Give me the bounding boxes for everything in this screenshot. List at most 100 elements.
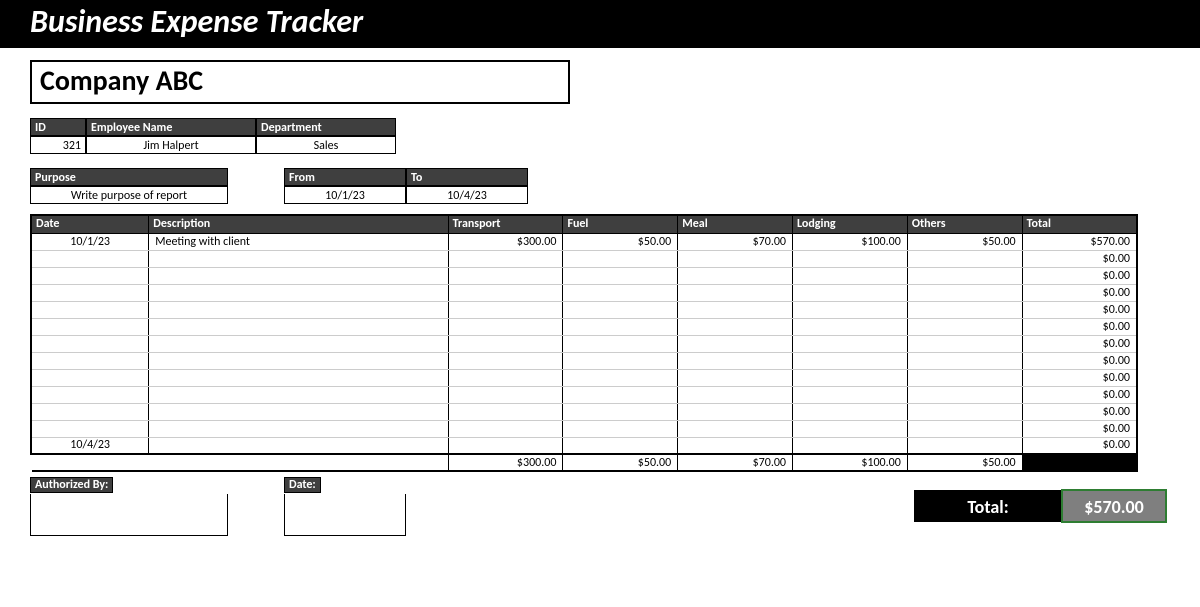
purpose-field[interactable]: Write purpose of report [30,186,228,204]
cell-others[interactable] [907,335,1022,352]
cell-total[interactable]: $0.00 [1022,369,1137,386]
cell-lodging[interactable] [793,386,908,403]
authorized-by-field[interactable] [30,494,228,536]
cell-fuel[interactable] [563,335,678,352]
cell-others[interactable] [907,437,1022,454]
cell-lodging[interactable] [793,437,908,454]
cell-others[interactable] [907,318,1022,335]
cell-desc[interactable] [149,284,448,301]
cell-date[interactable] [31,369,149,386]
cell-fuel[interactable] [563,284,678,301]
cell-fuel[interactable] [563,301,678,318]
cell-meal[interactable] [678,420,793,437]
cell-total[interactable]: $0.00 [1022,267,1137,284]
cell-others[interactable] [907,369,1022,386]
cell-lodging[interactable] [793,335,908,352]
cell-lodging[interactable] [793,250,908,267]
cell-lodging[interactable] [793,301,908,318]
cell-date[interactable] [31,250,149,267]
cell-meal[interactable]: $70.00 [678,233,793,250]
cell-transport[interactable] [448,250,563,267]
grand-total-value[interactable]: $570.00 [1062,490,1166,522]
cell-meal[interactable] [678,369,793,386]
cell-transport[interactable] [448,335,563,352]
cell-desc[interactable] [149,335,448,352]
cell-lodging[interactable] [793,352,908,369]
cell-meal[interactable] [678,403,793,420]
cell-meal[interactable] [678,284,793,301]
cell-lodging[interactable] [793,318,908,335]
cell-total[interactable]: $570.00 [1022,233,1137,250]
cell-desc[interactable] [149,250,448,267]
cell-date[interactable] [31,335,149,352]
employee-dept[interactable]: Sales [256,136,396,154]
cell-transport[interactable] [448,352,563,369]
cell-fuel[interactable] [563,318,678,335]
cell-meal[interactable] [678,267,793,284]
cell-others[interactable] [907,386,1022,403]
cell-total[interactable]: $0.00 [1022,318,1137,335]
cell-lodging[interactable] [793,369,908,386]
cell-fuel[interactable] [563,403,678,420]
cell-fuel[interactable] [563,250,678,267]
cell-desc[interactable] [149,318,448,335]
cell-total[interactable]: $0.00 [1022,386,1137,403]
cell-lodging[interactable] [793,420,908,437]
employee-name[interactable]: Jim Halpert [86,136,256,154]
auth-date-field[interactable] [284,494,406,536]
cell-date[interactable] [31,318,149,335]
cell-total[interactable]: $0.00 [1022,403,1137,420]
cell-total[interactable]: $0.00 [1022,437,1137,454]
cell-fuel[interactable] [563,267,678,284]
cell-transport[interactable] [448,284,563,301]
cell-date[interactable] [31,386,149,403]
cell-fuel[interactable] [563,369,678,386]
cell-total[interactable]: $0.00 [1022,250,1137,267]
cell-transport[interactable] [448,267,563,284]
cell-total[interactable]: $0.00 [1022,335,1137,352]
cell-fuel[interactable] [563,352,678,369]
cell-others[interactable] [907,403,1022,420]
cell-desc[interactable] [149,369,448,386]
cell-date[interactable] [31,284,149,301]
cell-fuel[interactable] [563,437,678,454]
cell-meal[interactable] [678,352,793,369]
cell-transport[interactable] [448,318,563,335]
cell-desc[interactable] [149,420,448,437]
cell-total[interactable]: $0.00 [1022,420,1137,437]
cell-date[interactable] [31,301,149,318]
cell-meal[interactable] [678,318,793,335]
cell-transport[interactable] [448,403,563,420]
cell-desc[interactable] [149,403,448,420]
cell-date[interactable] [31,420,149,437]
cell-fuel[interactable]: $50.00 [563,233,678,250]
cell-meal[interactable] [678,250,793,267]
cell-others[interactable] [907,352,1022,369]
cell-transport[interactable] [448,369,563,386]
cell-date[interactable] [31,403,149,420]
to-date[interactable]: 10/4/23 [406,186,528,204]
cell-date[interactable]: 10/1/23 [31,233,149,250]
cell-others[interactable] [907,250,1022,267]
cell-others[interactable] [907,284,1022,301]
cell-fuel[interactable] [563,386,678,403]
cell-desc[interactable]: Meeting with client [149,233,448,250]
cell-desc[interactable] [149,267,448,284]
cell-transport[interactable] [448,437,563,454]
cell-meal[interactable] [678,301,793,318]
from-date[interactable]: 10/1/23 [284,186,406,204]
cell-meal[interactable] [678,386,793,403]
cell-transport[interactable] [448,420,563,437]
cell-date[interactable] [31,267,149,284]
cell-total[interactable]: $0.00 [1022,301,1137,318]
cell-lodging[interactable]: $100.00 [793,233,908,250]
cell-others[interactable]: $50.00 [907,233,1022,250]
cell-lodging[interactable] [793,284,908,301]
cell-desc[interactable] [149,352,448,369]
cell-lodging[interactable] [793,403,908,420]
cell-date[interactable]: 10/4/23 [31,437,149,454]
cell-desc[interactable] [149,437,448,454]
cell-fuel[interactable] [563,420,678,437]
cell-meal[interactable] [678,437,793,454]
cell-meal[interactable] [678,335,793,352]
